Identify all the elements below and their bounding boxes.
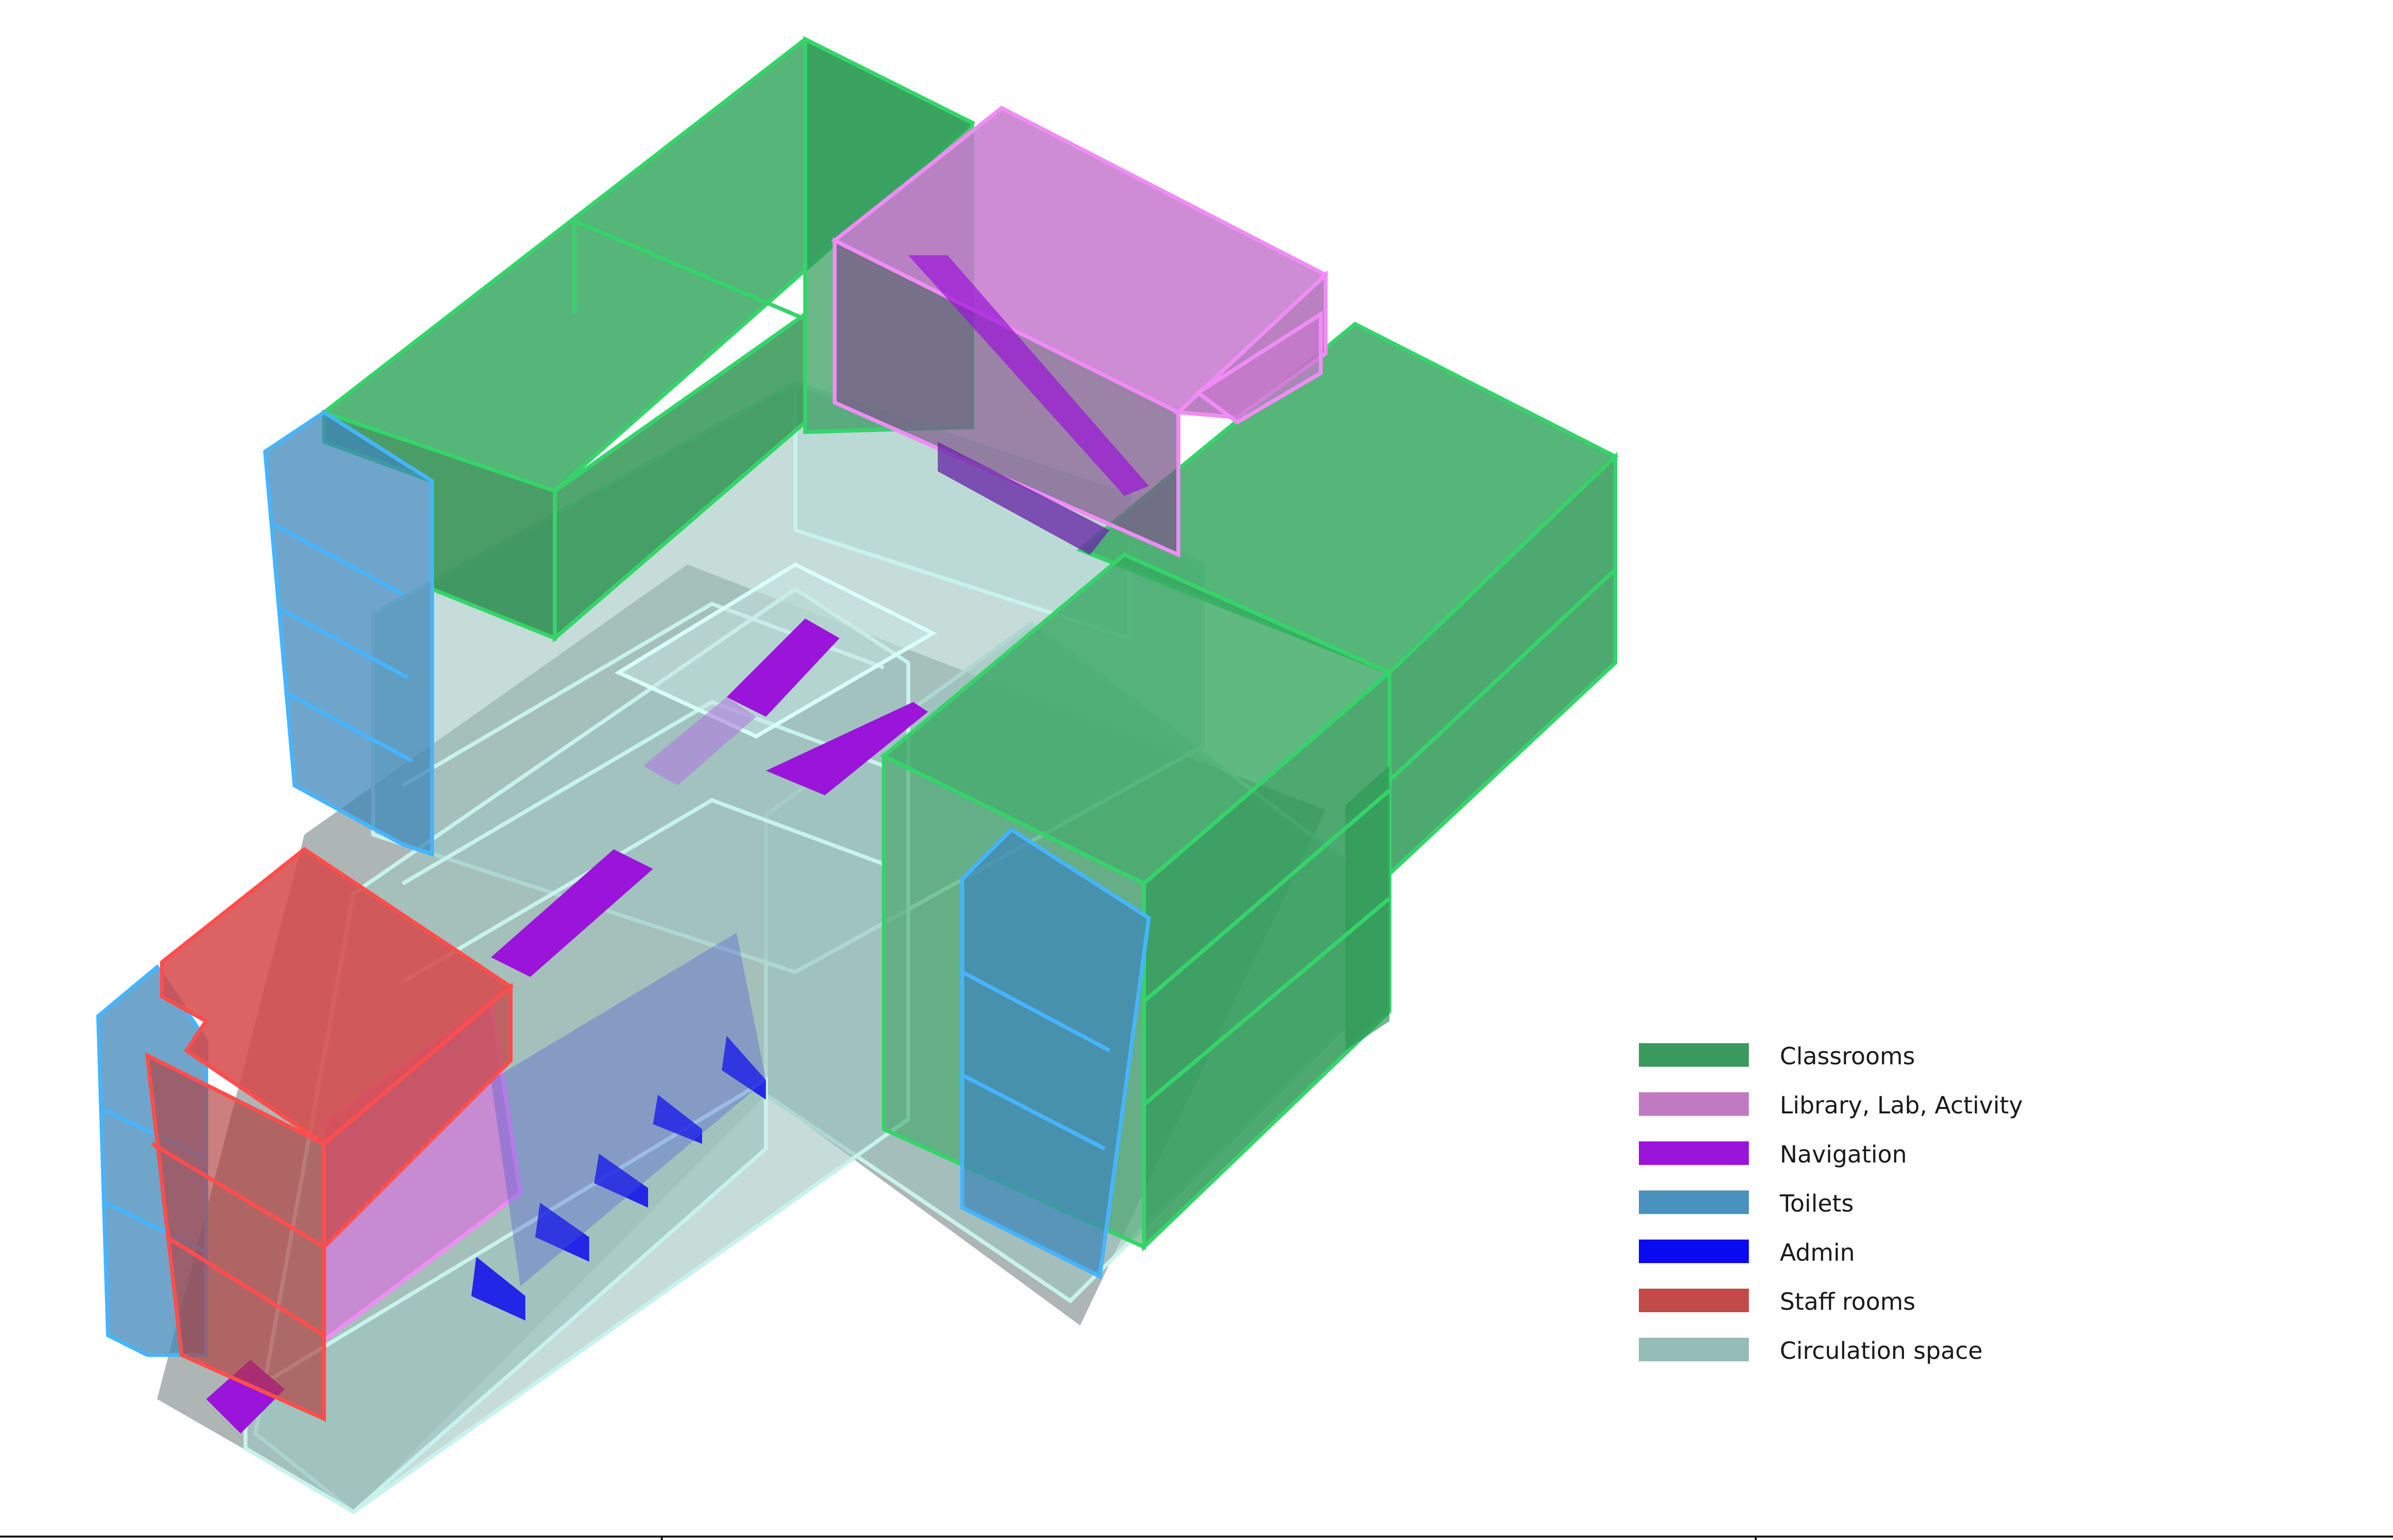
bottom-rule-tick xyxy=(1755,1536,1757,1540)
legend-swatch xyxy=(1639,1240,1749,1263)
bottom-rule-tick xyxy=(661,1536,663,1540)
legend-label: Classrooms xyxy=(1780,1043,1915,1070)
isometric-school-massing-diagram xyxy=(96,36,1619,1515)
legend-label: Library, Lab, Activity xyxy=(1780,1092,2023,1119)
legend-label: Circulation space xyxy=(1780,1337,1983,1365)
legend-swatch xyxy=(1639,1289,1749,1312)
legend-swatch xyxy=(1639,1043,1749,1067)
legend-swatch xyxy=(1639,1190,1749,1214)
toilet-tower-northwest xyxy=(263,410,434,857)
legend-swatch xyxy=(1639,1141,1749,1165)
legend-label: Admin xyxy=(1780,1239,1855,1267)
legend-swatch xyxy=(1639,1092,1749,1116)
legend-label: Navigation xyxy=(1780,1141,1907,1168)
legend-label: Toilets xyxy=(1780,1190,1854,1217)
legend-swatch xyxy=(1639,1338,1749,1361)
legend-label: Staff rooms xyxy=(1780,1288,1916,1316)
bottom-rule xyxy=(0,1536,2393,1538)
